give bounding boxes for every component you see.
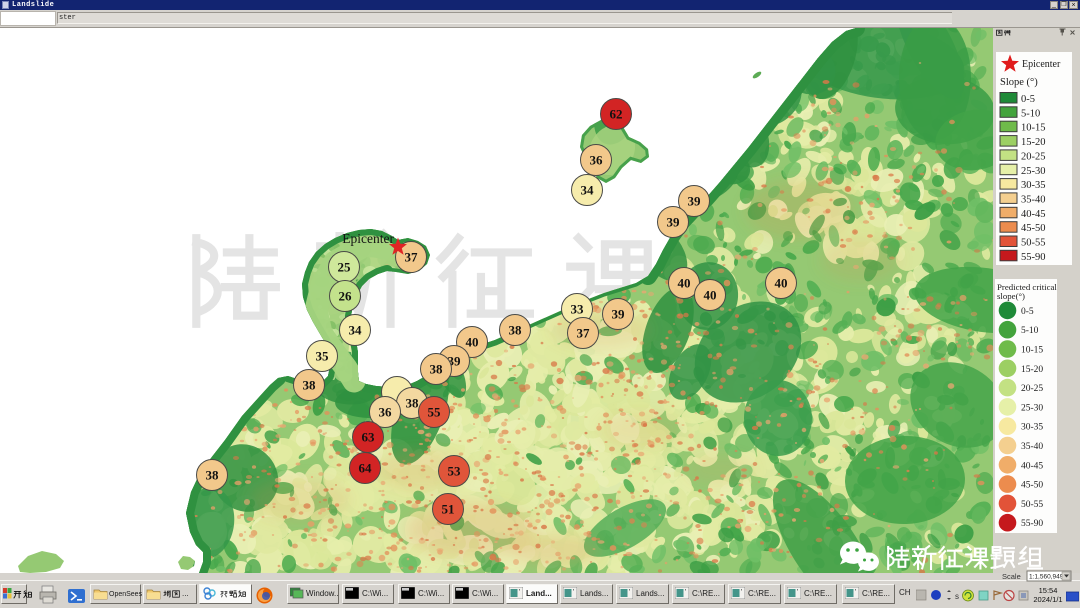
- svg-text:25-30: 25-30: [1021, 166, 1046, 177]
- svg-text:51: 51: [442, 502, 455, 517]
- svg-text:25-30: 25-30: [1021, 403, 1043, 413]
- svg-text:Slope (°): Slope (°): [1000, 77, 1038, 88]
- svg-text:38: 38: [206, 468, 220, 483]
- svg-text:39: 39: [667, 215, 681, 230]
- svg-text:s: s: [955, 592, 959, 601]
- svg-text:36: 36: [590, 153, 604, 168]
- svg-text:35-40: 35-40: [1021, 442, 1043, 452]
- svg-text:Epicenter: Epicenter: [1022, 59, 1061, 70]
- svg-text:38: 38: [406, 396, 420, 411]
- svg-text:30-35: 30-35: [1021, 423, 1043, 433]
- svg-text:38: 38: [430, 362, 444, 377]
- svg-text:Scale: Scale: [1002, 572, 1021, 581]
- svg-text:5-10: 5-10: [1021, 108, 1040, 119]
- svg-text:40: 40: [678, 276, 691, 291]
- svg-text:15-20: 15-20: [1021, 137, 1046, 148]
- svg-text:40-45: 40-45: [1021, 209, 1046, 220]
- svg-text:0-5: 0-5: [1021, 307, 1034, 317]
- svg-text:20-25: 20-25: [1021, 384, 1043, 394]
- svg-text:38: 38: [509, 323, 523, 338]
- svg-text:33: 33: [571, 302, 585, 317]
- svg-text:20-25: 20-25: [1021, 151, 1046, 162]
- svg-text:37: 37: [577, 326, 591, 341]
- svg-text:50-55: 50-55: [1021, 500, 1043, 510]
- svg-text:34: 34: [349, 323, 363, 338]
- svg-text:10-15: 10-15: [1021, 346, 1043, 356]
- svg-text:64: 64: [359, 461, 373, 476]
- svg-text:55-90: 55-90: [1021, 252, 1046, 263]
- svg-text:0-5: 0-5: [1021, 94, 1035, 105]
- svg-text:38: 38: [303, 378, 317, 393]
- svg-text:34: 34: [581, 183, 595, 198]
- svg-text:30-35: 30-35: [1021, 180, 1046, 191]
- svg-text:55: 55: [428, 405, 442, 420]
- svg-text:37: 37: [405, 250, 419, 265]
- svg-text:50-55: 50-55: [1021, 238, 1046, 249]
- svg-text:25: 25: [338, 260, 352, 275]
- svg-text:15-20: 15-20: [1021, 365, 1043, 375]
- svg-text:39: 39: [688, 194, 702, 209]
- svg-text:40-45: 40-45: [1021, 461, 1043, 471]
- svg-text:45-50: 45-50: [1021, 223, 1046, 234]
- svg-text:53: 53: [448, 464, 462, 479]
- svg-text:40: 40: [775, 276, 788, 291]
- svg-text:40: 40: [704, 288, 717, 303]
- svg-text:slope(°): slope(°): [997, 291, 1025, 301]
- svg-text:26: 26: [339, 289, 353, 304]
- svg-text:35: 35: [316, 349, 330, 364]
- svg-text:36: 36: [379, 405, 393, 420]
- svg-text:35-40: 35-40: [1021, 194, 1046, 205]
- svg-text:62: 62: [610, 107, 623, 122]
- svg-text:10-15: 10-15: [1021, 123, 1046, 134]
- svg-text:1:1,560,949: 1:1,560,949: [1029, 574, 1064, 581]
- svg-text:63: 63: [362, 430, 376, 445]
- svg-text:5-10: 5-10: [1021, 326, 1039, 336]
- svg-text:39: 39: [612, 307, 626, 322]
- svg-text:40: 40: [466, 335, 479, 350]
- svg-text:45-50: 45-50: [1021, 481, 1043, 491]
- svg-text:Epicenter: Epicenter: [342, 231, 394, 246]
